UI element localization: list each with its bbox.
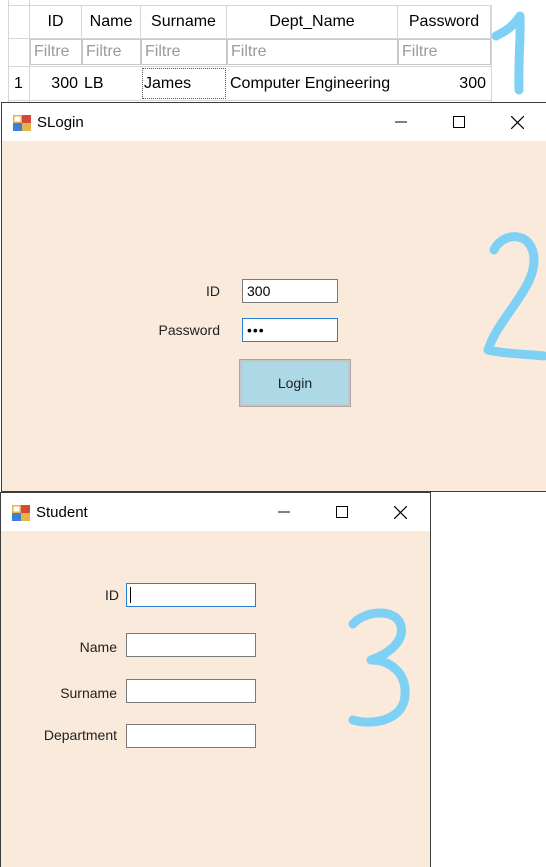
filter-input-name[interactable]: Filtre	[82, 39, 141, 65]
minimize-button[interactable]	[255, 493, 313, 531]
maximize-button[interactable]	[430, 103, 488, 141]
filter-input-id[interactable]: Filtre	[30, 39, 82, 65]
table-cell-password[interactable]: 300	[398, 67, 488, 100]
window-title: SLogin	[37, 114, 84, 131]
annotation-number-1	[491, 11, 525, 95]
column-header-password[interactable]: Password	[398, 6, 491, 38]
student-id-field[interactable]	[126, 583, 256, 607]
surname-label: Surname	[60, 685, 117, 701]
password-field[interactable]: •••	[242, 318, 338, 342]
filter-input-surname[interactable]: Filtre	[141, 39, 227, 65]
minimize-icon	[278, 511, 290, 513]
text-caret	[130, 587, 131, 603]
annotation-number-3	[348, 608, 410, 727]
column-header-name[interactable]: Name	[82, 6, 141, 38]
minimize-button[interactable]	[372, 103, 430, 141]
app-icon	[13, 115, 31, 131]
close-icon	[510, 115, 524, 129]
name-label: Name	[79, 639, 117, 655]
column-header-id[interactable]: ID	[30, 6, 82, 38]
data-table-panel: ID Name Surname Dept_Name Password Filtr…	[0, 0, 546, 104]
column-header-surname[interactable]: Surname	[141, 6, 227, 38]
id-label: ID	[105, 587, 119, 603]
app-icon	[12, 505, 30, 521]
login-titlebar[interactable]: SLogin	[2, 103, 546, 141]
id-label: ID	[206, 283, 220, 299]
table-cell-surname[interactable]: James	[142, 68, 226, 99]
close-button[interactable]	[371, 493, 429, 531]
column-header-dept-name[interactable]: Dept_Name	[227, 6, 398, 38]
close-icon	[393, 505, 407, 519]
login-window: SLogin ID 300 Password ••• Login	[1, 102, 546, 492]
table-cell-dept-name[interactable]: Computer Engineering	[230, 67, 398, 100]
login-button[interactable]: Login	[239, 359, 351, 407]
annotation-number-2	[483, 232, 546, 361]
filter-input-dept-name[interactable]: Filtre	[227, 39, 398, 65]
maximize-icon	[453, 116, 465, 128]
close-button[interactable]	[488, 103, 546, 141]
student-name-field[interactable]	[126, 633, 256, 657]
student-surname-field[interactable]	[126, 679, 256, 703]
id-field[interactable]: 300	[242, 279, 338, 303]
department-label: Department	[43, 727, 117, 743]
maximize-icon	[336, 506, 348, 518]
student-titlebar[interactable]: Student	[1, 493, 430, 531]
password-label: Password	[158, 322, 220, 338]
filter-input-password[interactable]: Filtre	[398, 39, 491, 65]
table-cell-name[interactable]: LB	[84, 67, 141, 100]
minimize-icon	[395, 121, 407, 123]
row-number[interactable]: 1	[8, 67, 29, 100]
maximize-button[interactable]	[313, 493, 371, 531]
window-title: Student	[36, 504, 88, 521]
student-department-field[interactable]	[126, 724, 256, 748]
table-cell-id[interactable]: 300	[30, 67, 80, 100]
